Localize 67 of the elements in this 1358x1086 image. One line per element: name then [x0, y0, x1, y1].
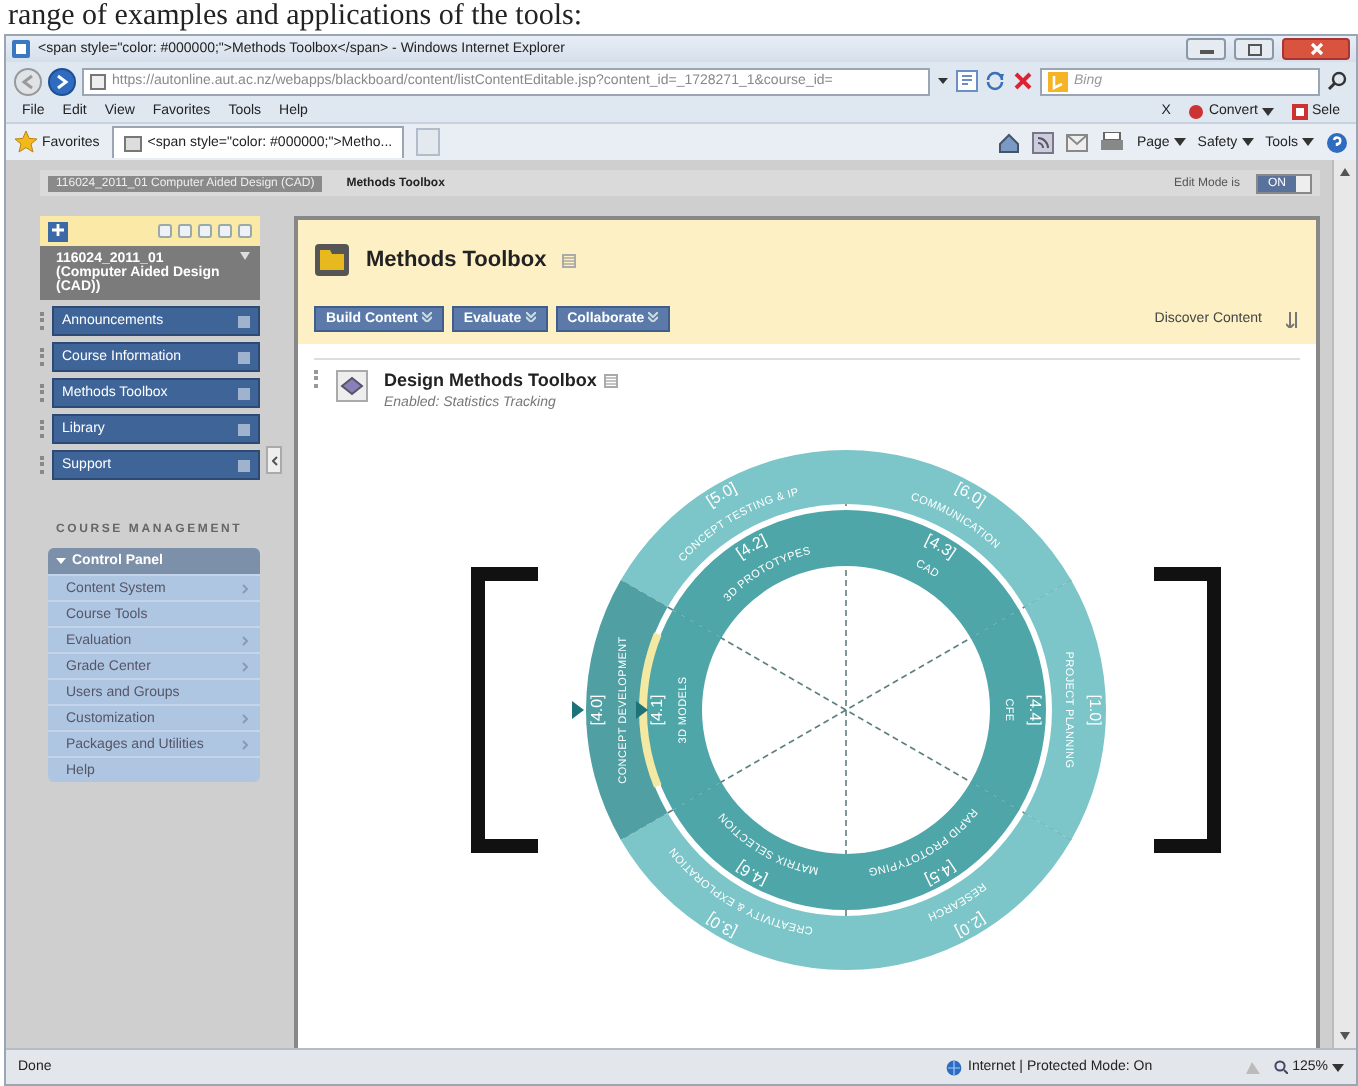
close-button[interactable] — [1282, 38, 1350, 60]
pointer-icon — [635, 701, 647, 719]
bing-icon — [1048, 71, 1068, 91]
diagram-segment[interactable] — [585, 580, 667, 840]
zoom-icon — [1274, 1060, 1289, 1074]
segment-number: [4.0] — [587, 694, 605, 726]
diagram-segment[interactable] — [969, 610, 1045, 810]
chevron-icon — [421, 312, 432, 322]
select-icon — [1291, 103, 1308, 119]
pointer-icon — [571, 701, 583, 719]
diagram-segment[interactable] — [619, 450, 845, 607]
new-tab-icon[interactable] — [416, 128, 441, 156]
diagram-segment[interactable] — [845, 813, 1071, 970]
scrollbar[interactable] — [1332, 160, 1356, 1048]
diagram-segment[interactable] — [1023, 580, 1105, 840]
minimize-button[interactable] — [1186, 38, 1226, 60]
dropdown-icon[interactable] — [1173, 136, 1186, 148]
collapse-handle[interactable] — [266, 446, 282, 474]
segment-number: [1.0] — [1085, 694, 1103, 726]
dropdown-icon[interactable] — [936, 74, 950, 88]
print-icon[interactable] — [1100, 132, 1125, 152]
item-options-icon[interactable] — [238, 459, 250, 471]
protected-mode-icon[interactable] — [1244, 1059, 1263, 1075]
refresh-icon[interactable] — [984, 70, 1006, 92]
star-icon[interactable] — [14, 130, 38, 154]
maximize-button[interactable] — [1234, 38, 1274, 60]
forward-icon[interactable] — [48, 67, 76, 95]
chevron-left-icon — [271, 455, 277, 465]
diagram-segment[interactable] — [645, 610, 721, 810]
item-options-icon[interactable] — [238, 351, 250, 363]
globe-icon — [946, 1059, 962, 1075]
lines-icon — [564, 255, 575, 265]
drag-handle[interactable] — [314, 370, 320, 388]
plus-icon — [52, 224, 64, 236]
add-button[interactable] — [48, 221, 68, 241]
chevron-icon — [648, 312, 659, 322]
dropdown-icon[interactable] — [1332, 1061, 1344, 1073]
collapse-icon[interactable] — [240, 252, 250, 262]
document-text: range of examples and applications of the tools: — [6, 0, 584, 34]
segment-number: [4.4] — [1025, 694, 1043, 726]
maximize-icon — [1247, 43, 1261, 55]
feed-icon[interactable] — [1032, 131, 1055, 153]
item-title[interactable]: Design Methods Toolbox — [384, 370, 597, 390]
browser-icon — [12, 40, 30, 58]
dropdown-icon[interactable] — [1261, 105, 1274, 117]
search-icon[interactable] — [1326, 70, 1348, 92]
lines-icon — [606, 375, 617, 385]
page-title: Methods Toolbox — [366, 248, 547, 272]
help-icon[interactable] — [1326, 131, 1348, 153]
item-options-icon[interactable] — [238, 423, 250, 435]
chevron-icon — [525, 312, 536, 322]
segment-number: [4.1] — [647, 694, 665, 726]
item-options-icon[interactable] — [238, 315, 250, 327]
options-button[interactable] — [604, 373, 619, 387]
convert-icon — [1188, 103, 1205, 119]
expanded-icon — [56, 556, 66, 566]
diagram-segment[interactable] — [845, 450, 1071, 607]
stop-icon[interactable] — [1012, 70, 1034, 92]
home-icon[interactable] — [998, 131, 1021, 153]
minimize-icon — [1199, 44, 1213, 54]
dropdown-icon[interactable] — [1241, 136, 1254, 148]
mail-icon[interactable] — [1066, 133, 1089, 151]
close-icon — [1309, 42, 1323, 56]
item-options-icon[interactable] — [238, 387, 250, 399]
book-icon — [336, 370, 368, 402]
dropdown-icon[interactable] — [1302, 136, 1314, 148]
options-button[interactable] — [562, 253, 577, 267]
